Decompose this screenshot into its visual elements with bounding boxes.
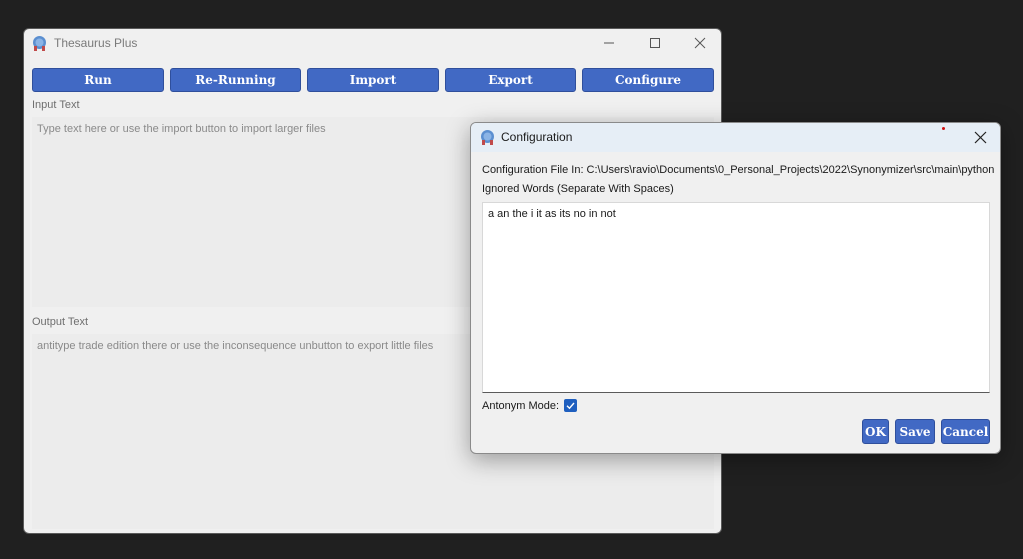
maximize-button[interactable] xyxy=(632,29,678,57)
title-bar: Thesaurus Plus xyxy=(24,29,721,59)
export-button[interactable]: Export xyxy=(445,68,576,92)
app-icon xyxy=(33,36,46,51)
ignored-words-label: Ignored Words (Separate With Spaces) xyxy=(482,183,674,195)
ignored-words-field[interactable]: a an the i it as its no in not xyxy=(482,202,990,393)
minimize-icon xyxy=(604,42,614,44)
indicator-dot xyxy=(942,127,945,130)
window-title: Thesaurus Plus xyxy=(54,36,138,50)
dialog-title-bar: Configuration xyxy=(471,123,1000,152)
maximize-icon xyxy=(650,38,660,48)
close-icon xyxy=(694,37,706,49)
dialog-title: Configuration xyxy=(501,130,573,144)
minimize-button[interactable] xyxy=(586,29,632,57)
close-button[interactable] xyxy=(677,29,721,57)
ok-button[interactable]: OK xyxy=(862,419,889,444)
import-button[interactable]: Import xyxy=(307,68,439,92)
configure-button[interactable]: Configure xyxy=(582,68,714,92)
save-button[interactable]: Save xyxy=(895,419,935,444)
output-text-label: Output Text xyxy=(32,316,89,328)
input-text-label: Input Text xyxy=(32,99,80,111)
dialog-app-icon xyxy=(481,130,494,145)
close-icon xyxy=(974,131,986,144)
dialog-close-button[interactable] xyxy=(962,123,998,152)
rerun-button[interactable]: Re-Running xyxy=(170,68,301,92)
config-file-path: Configuration File In: C:\Users\ravio\Do… xyxy=(482,164,995,176)
run-button[interactable]: Run xyxy=(32,68,164,92)
checkmark-icon xyxy=(566,402,575,410)
antonym-mode-checkbox[interactable] xyxy=(564,399,577,412)
cancel-button[interactable]: Cancel xyxy=(941,419,990,444)
configuration-dialog: Configuration Configuration File In: C:\… xyxy=(470,122,1001,454)
antonym-mode-label: Antonym Mode: xyxy=(482,400,560,412)
